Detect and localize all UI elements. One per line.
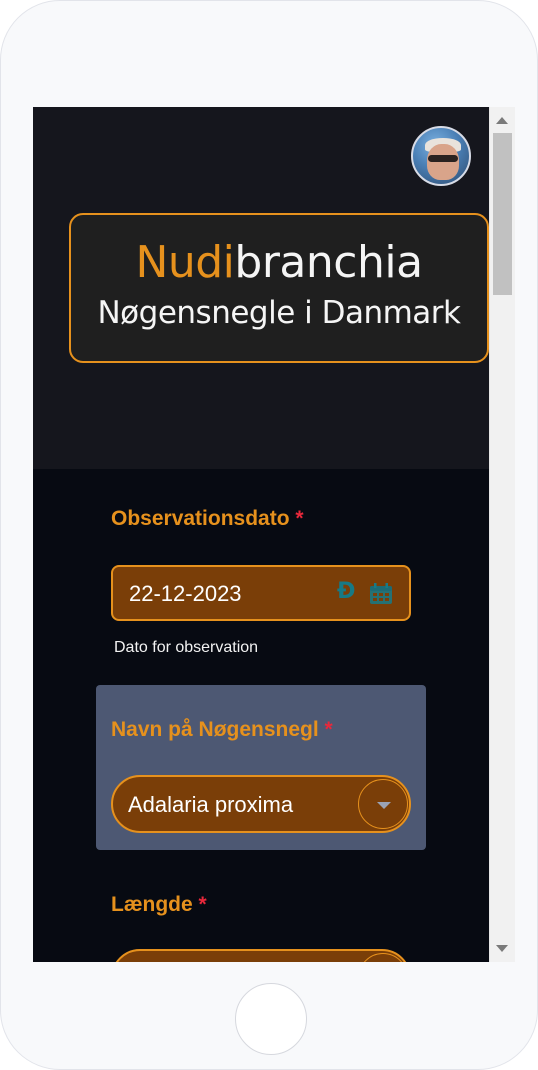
length-label-text: Længde (111, 893, 193, 916)
species-dropdown-toggle[interactable] (358, 779, 408, 829)
clear-icon[interactable]: Ð (337, 579, 357, 607)
species-label: Navn på Nøgensnegl * (111, 718, 333, 742)
chevron-down-icon (377, 802, 391, 809)
avatar[interactable] (411, 126, 471, 186)
required-mark: * (295, 507, 304, 530)
page-header: Nudibranchia Nøgensnegle i Danmark (33, 107, 489, 469)
calendar-icon[interactable] (369, 583, 393, 605)
required-mark: * (324, 718, 333, 741)
observation-date-helper: Dato for observation (114, 639, 259, 656)
species-select[interactable]: Adalaria proxima (111, 775, 411, 833)
required-mark: * (198, 893, 207, 916)
length-label: Længde * (111, 893, 207, 917)
logo-title-accent: Nudi (135, 237, 235, 288)
observation-date-label-text: Observationsdato (111, 507, 290, 530)
logo-title-rest: branchia (234, 237, 423, 288)
observation-date-value: 22-12-2023 (129, 581, 242, 606)
app-screen: Nudibranchia Nøgensnegle i Danmark Obser… (33, 107, 515, 962)
length-dropdown-toggle[interactable] (358, 953, 408, 962)
avatar-face (427, 144, 459, 180)
scrollbar-thumb[interactable] (493, 133, 512, 295)
avatar-glasses (428, 155, 458, 162)
species-selected-value: Adalaria proxima (128, 792, 294, 817)
scroll-down-icon[interactable] (496, 945, 508, 952)
vertical-scrollbar[interactable] (489, 107, 515, 962)
length-select[interactable] (111, 949, 411, 962)
observation-date-input[interactable]: 22-12-2023 Ð (111, 565, 411, 621)
logo-title: Nudibranchia (71, 237, 487, 288)
species-label-text: Navn på Nøgensnegl (111, 718, 319, 741)
scroll-up-icon[interactable] (496, 117, 508, 124)
observation-date-label: Observationsdato * (111, 507, 304, 531)
home-button[interactable] (235, 983, 307, 1055)
logo-subtitle: Nøgensnegle i Danmark (97, 295, 461, 331)
site-logo: Nudibranchia Nøgensnegle i Danmark (69, 213, 489, 363)
